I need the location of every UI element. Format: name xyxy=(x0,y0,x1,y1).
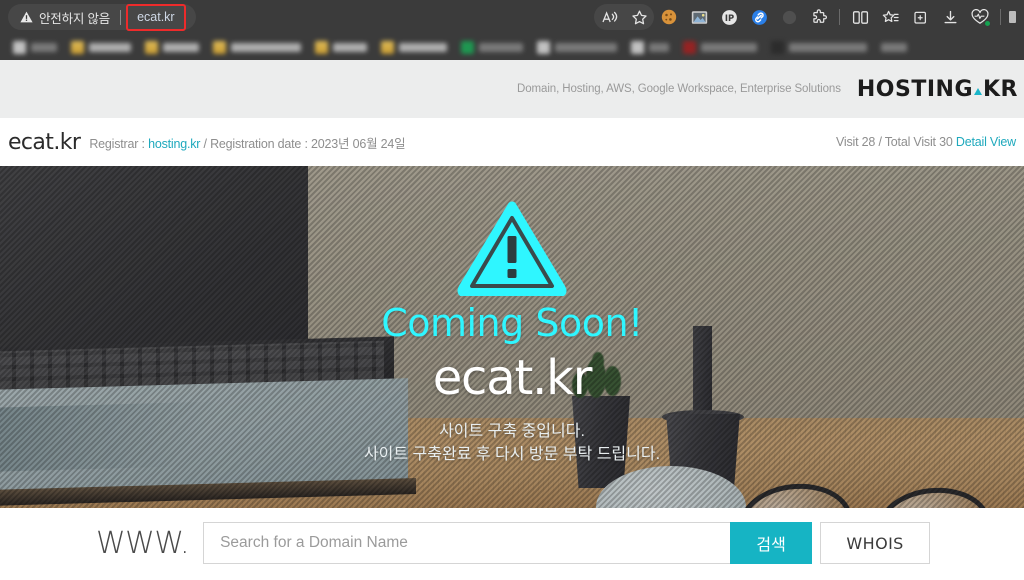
toolbar-icon-group: IP xyxy=(594,4,1020,30)
read-aloud-icon[interactable] xyxy=(594,4,624,30)
extension-ip-icon[interactable]: IP xyxy=(714,4,744,30)
bookmark-favicon xyxy=(461,40,474,54)
bookmark-label xyxy=(649,42,669,52)
bookmark-label xyxy=(163,42,199,52)
bookmark-item[interactable] xyxy=(530,40,624,54)
header-tagline: Domain, Hosting, AWS, Google Workspace, … xyxy=(517,83,841,95)
addressbar-action-group xyxy=(594,4,654,30)
security-status-label: 안전하지 않음 xyxy=(39,11,111,26)
hero-banner: Coming Soon! ecat.kr 사이트 구축 중입니다. 사이트 구축… xyxy=(0,166,1024,508)
bookmark-label xyxy=(881,42,907,52)
browser-essentials-icon[interactable] xyxy=(965,4,995,30)
hero-domain-text: ecat.kr xyxy=(432,349,593,406)
split-screen-icon[interactable] xyxy=(845,4,875,30)
domain-search-input[interactable] xyxy=(203,522,731,564)
extensions-puzzle-icon[interactable] xyxy=(804,4,834,30)
visit-counts: Visit 28 / Total Visit 30 xyxy=(836,135,953,149)
bookmark-item[interactable] xyxy=(624,40,676,54)
address-bar[interactable]: 안전하지 않음 ecat.kr xyxy=(8,3,196,31)
registration-date-value: 2023년 06월 24일 xyxy=(311,136,406,151)
brand-name-left: HOSTING xyxy=(856,76,973,102)
bookmark-item[interactable] xyxy=(138,40,206,54)
registrar-link[interactable]: hosting.kr xyxy=(148,137,200,151)
bookmark-label xyxy=(89,42,131,52)
hero-content: Coming Soon! ecat.kr 사이트 구축 중입니다. 사이트 구축… xyxy=(0,166,1024,508)
bookmark-favicon xyxy=(13,40,26,54)
bookmark-favicon xyxy=(71,40,84,54)
hero-coming-soon-text: Coming Soon! xyxy=(381,301,643,345)
bookmark-item[interactable] xyxy=(6,40,64,54)
bookmark-label xyxy=(479,42,523,52)
bookmark-label xyxy=(231,42,301,52)
bookmark-item[interactable] xyxy=(874,42,914,52)
site-header: Domain, Hosting, AWS, Google Workspace, … xyxy=(0,60,1024,118)
bookmark-item[interactable] xyxy=(308,40,374,54)
domain-search-bar: WWW. 검색 WHOIS xyxy=(0,508,1024,578)
whois-button[interactable]: WHOIS xyxy=(820,522,931,564)
hero-message-line2: 사이트 구축완료 후 다시 방문 부탁 드립니다. xyxy=(363,446,661,464)
registrar-label: Registrar : xyxy=(89,136,149,151)
bookmark-label xyxy=(555,42,617,52)
bookmark-item[interactable] xyxy=(374,40,454,54)
extension-faded-icon[interactable] xyxy=(774,4,804,30)
bookmark-item[interactable] xyxy=(206,40,308,54)
bookmarks-bar[interactable] xyxy=(0,34,1024,60)
url-highlight-box[interactable]: ecat.kr xyxy=(126,3,186,31)
url-text: ecat.kr xyxy=(137,9,175,24)
warning-triangle-icon xyxy=(457,200,567,296)
browser-chrome: 안전하지 않음 ecat.kr IP xyxy=(0,0,1024,60)
hero-message-line1: 사이트 구축 중입니다. xyxy=(439,422,585,440)
svg-text:IP: IP xyxy=(724,13,733,23)
search-button[interactable]: 검색 xyxy=(730,522,813,564)
bookmark-label xyxy=(399,42,447,52)
bookmark-favicon xyxy=(683,40,696,54)
browser-profile-icon[interactable] xyxy=(1006,4,1020,30)
bookmark-item[interactable] xyxy=(676,40,764,54)
toolbar-separator xyxy=(839,9,840,25)
bookmark-label xyxy=(701,42,757,52)
extension-link-icon[interactable] xyxy=(744,4,774,30)
extension-cookie-icon[interactable] xyxy=(654,4,684,30)
registrar-info: Registrar : hosting.kr / Registration da… xyxy=(89,133,405,152)
bookmark-favicon xyxy=(771,40,784,54)
detail-view-link[interactable]: Detail View xyxy=(956,135,1016,149)
collections-icon[interactable] xyxy=(905,4,935,30)
bookmark-label xyxy=(789,42,867,52)
browser-toolbar: 안전하지 않음 ecat.kr IP xyxy=(0,0,1024,34)
domain-info-bar: ecat.kr Registrar : hosting.kr / Registr… xyxy=(0,118,1024,166)
hero-message: 사이트 구축 중입니다. 사이트 구축완료 후 다시 방문 부탁 드립니다. xyxy=(364,420,660,466)
bookmark-item[interactable] xyxy=(454,40,530,54)
bookmark-label xyxy=(31,42,57,52)
www-prefix-label: WWW. xyxy=(96,525,190,561)
essentials-status-dot xyxy=(984,20,991,27)
bookmark-favicon xyxy=(381,40,394,54)
favorites-list-icon[interactable] xyxy=(875,4,905,30)
bookmark-label xyxy=(333,42,367,52)
bookmark-favicon xyxy=(145,40,158,54)
bookmark-favicon xyxy=(213,40,226,54)
downloads-icon[interactable] xyxy=(935,4,965,30)
warning-triangle-icon xyxy=(20,11,33,23)
address-divider xyxy=(120,9,122,25)
brand-name-right: KR xyxy=(983,76,1018,102)
registration-date-label: / Registration date : xyxy=(200,136,312,151)
bookmark-item[interactable] xyxy=(764,40,874,54)
bookmark-favicon xyxy=(315,40,328,54)
toolbar-separator-2 xyxy=(1000,9,1001,25)
brand-accent-triangle-icon xyxy=(974,87,982,95)
bookmark-item[interactable] xyxy=(64,40,138,54)
hosting-kr-logo[interactable]: HOSTING KR xyxy=(857,77,1018,102)
bookmark-favicon xyxy=(537,40,550,54)
visit-counter: Visit 28 / Total Visit 30 Detail View xyxy=(836,135,1016,149)
bookmark-favicon xyxy=(631,40,644,54)
page-title: ecat.kr xyxy=(8,129,81,155)
favorite-star-icon[interactable] xyxy=(624,4,654,30)
extension-screenshot-icon[interactable] xyxy=(684,4,714,30)
